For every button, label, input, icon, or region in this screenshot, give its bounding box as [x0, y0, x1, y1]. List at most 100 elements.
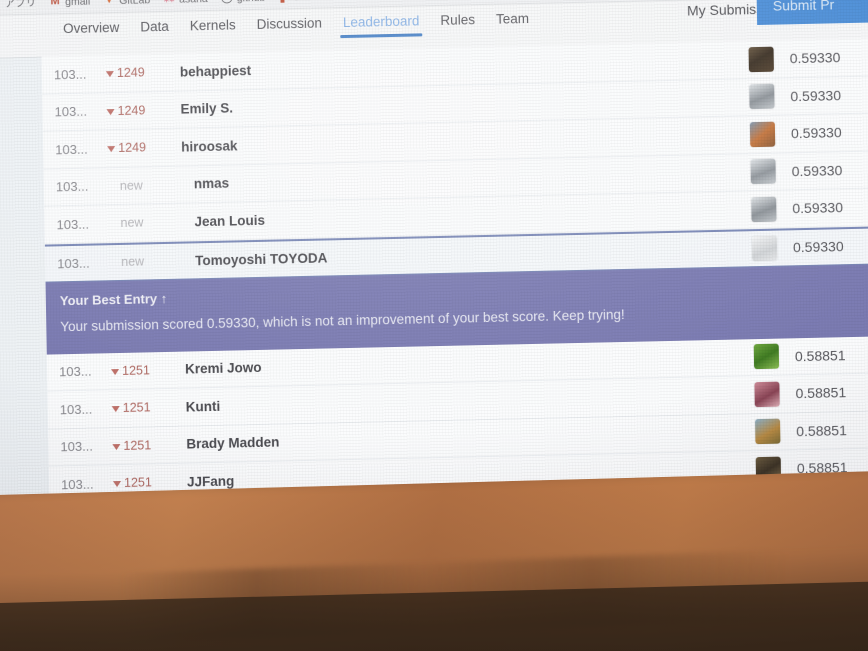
tab-kernels[interactable]: Kernels — [190, 17, 236, 40]
avatar — [754, 418, 780, 445]
row-rank: 103... — [58, 363, 92, 380]
row-rank-change: new — [108, 177, 190, 193]
avatar — [751, 235, 777, 261]
row-rank: 103... — [56, 216, 90, 233]
bookmark-label: gmail — [65, 0, 91, 8]
row-avatar-cell — [733, 158, 791, 185]
row-avatar-cell — [735, 235, 793, 261]
bookmark-asana[interactable]: ⁂ asana — [163, 0, 208, 5]
row-team-name[interactable]: behappiest — [176, 52, 732, 80]
bookmark-アプリ[interactable]: ▦アプリ — [0, 0, 37, 11]
tab-leaderboard[interactable]: Leaderboard — [343, 13, 420, 37]
arrow-down-icon — [112, 443, 121, 450]
row-rank-change-value: 1249 — [117, 103, 146, 118]
bookmark-esl[interactable]: ▌ ESL — [278, 0, 314, 3]
bookmark-label: ESL — [294, 0, 314, 3]
row-rank-change-value: 1251 — [122, 400, 151, 416]
row-score: 0.58851 — [796, 421, 847, 440]
row-rank-change: 1249 — [107, 140, 177, 156]
row-score: 0.59330 — [792, 238, 844, 256]
apps-grid-icon: ▦ — [0, 0, 1, 9]
row-rank: 103... — [55, 141, 88, 158]
bookmark-github[interactable]: ◯github — [221, 0, 266, 4]
row-team-name[interactable]: Brady Madden — [182, 425, 738, 452]
bookmark-label: asana — [179, 0, 208, 5]
bookmark-gitlab[interactable]: ▼ GitLab — [103, 0, 151, 7]
row-rank-change-value: 1251 — [123, 475, 152, 491]
row-rank: 103... — [54, 103, 88, 120]
row-avatar-cell — [734, 196, 792, 222]
row-rank-change: 1251 — [111, 362, 181, 378]
submit-predictions-button[interactable]: Submit Pr — [756, 0, 868, 26]
leaderboard-table: 103... 1249 behappiest 0.59330 103... 1249 Emi… — [41, 37, 868, 542]
row-team-name[interactable]: nmas — [190, 165, 734, 192]
document-icon: ▯ — [327, 0, 339, 1]
row-score: 0.59330 — [790, 124, 842, 142]
row-rank-change-value: 1249 — [118, 140, 147, 156]
row-team-name[interactable]: Jean Louis — [190, 202, 734, 230]
arrow-down-icon — [111, 406, 120, 413]
leaderboard-rows-above: 103... 1249 behappiest 0.59330 103... 1249 Emi… — [41, 37, 868, 245]
row-score: 0.58851 — [794, 346, 846, 365]
avatar — [748, 46, 774, 72]
arrow-down-icon — [113, 481, 122, 488]
row-team-name[interactable]: Tomoyoshi TOYODA — [191, 241, 735, 268]
row-rank: 103... — [59, 401, 93, 418]
row-rank: 103... — [60, 438, 94, 455]
bookmark-label: ESL solution — [343, 0, 402, 2]
bookmark-label: アプリ — [4, 0, 37, 10]
row-team-name[interactable]: Kremi Jowo — [181, 350, 737, 377]
avatar — [748, 83, 775, 110]
row-team-name[interactable]: hiroosak — [177, 127, 733, 154]
row-score: 0.58851 — [795, 384, 847, 402]
row-rank-change: 1251 — [113, 475, 183, 491]
arrow-down-icon — [111, 368, 120, 375]
tab-discussion[interactable]: Discussion — [257, 16, 323, 39]
arrow-down-icon — [106, 108, 115, 115]
row-rank-change: new — [109, 253, 191, 269]
avatar — [753, 343, 779, 370]
row-score: 0.59330 — [791, 161, 843, 180]
bookmark-gmail[interactable]: Mgmail — [49, 0, 90, 8]
row-team-name[interactable]: Emily S. — [176, 90, 732, 117]
row-score: 0.59330 — [789, 49, 841, 67]
arrow-down-icon — [107, 146, 116, 153]
row-rank-change-value: new — [120, 215, 144, 231]
tab-overview[interactable]: Overview — [63, 20, 120, 43]
row-avatar-cell — [733, 121, 791, 147]
arrow-down-icon — [105, 71, 114, 78]
row-rank: 103... — [55, 178, 89, 195]
esl-bookmark-icon: ▌ — [278, 0, 290, 2]
tab-team[interactable]: Team — [496, 11, 529, 34]
row-rank: 103... — [53, 66, 87, 83]
tab-rules[interactable]: Rules — [440, 12, 475, 35]
row-rank: 103... — [60, 476, 94, 493]
row-rank: 103... — [57, 255, 90, 271]
your-best-entry-title: Your Best Entry ↑ — [59, 274, 868, 308]
avatar — [750, 196, 777, 222]
bookmark-label: GitLab — [119, 0, 151, 7]
bookmark-esl-solution[interactable]: ▯ ESL solution — [327, 0, 402, 2]
row-score: 0.59330 — [790, 86, 842, 105]
gmail-icon: M — [50, 0, 60, 8]
row-team-name[interactable]: Kunti — [182, 387, 738, 415]
row-score: 0.59330 — [792, 199, 844, 217]
row-rank-change: 1249 — [105, 65, 176, 81]
row-rank-change: 1249 — [106, 102, 176, 118]
row-rank-change: new — [108, 215, 190, 231]
row-avatar-cell — [732, 46, 790, 72]
your-best-entry-title-text: Your Best Entry — [59, 290, 158, 308]
arrow-up-icon: ↑ — [160, 290, 168, 306]
avatar — [749, 158, 776, 185]
row-rank-change-value: 1251 — [121, 363, 151, 378]
row-avatar-cell — [732, 83, 790, 110]
row-avatar-cell — [737, 381, 795, 407]
tab-data[interactable]: Data — [140, 19, 169, 42]
asana-icon: ⁂ — [163, 0, 175, 5]
row-rank-change-value: new — [121, 254, 145, 269]
photo-of-screen: ▦アプリ Mgmail ▼ GitLab ⁂ asana ◯github ▌ ESL ▯ ESL s… — [0, 0, 868, 651]
row-rank-change-value: 1251 — [123, 438, 152, 453]
competition-tabs: Overview Data Kernels Discussion Leaderboard… — [63, 11, 529, 43]
your-best-entry-message: Your submission scored 0.59330, which is… — [60, 306, 625, 334]
row-rank-change-value: 1249 — [116, 65, 145, 81]
